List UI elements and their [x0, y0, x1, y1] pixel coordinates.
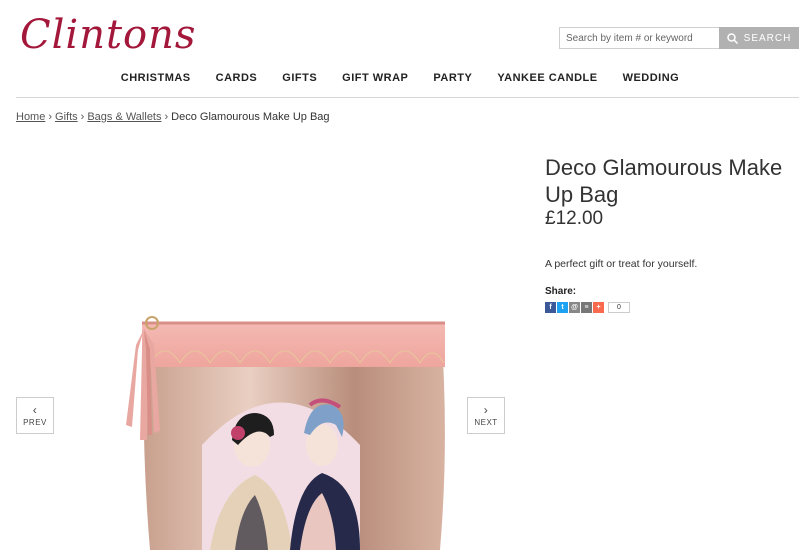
main-nav: CHRISTMAS CARDS GIFTS GIFT WRAP PARTY YA…: [0, 72, 800, 84]
product-title: Deco Glamourous Make Up Bag: [545, 155, 783, 207]
facebook-share-icon[interactable]: f: [545, 302, 556, 313]
product-image: [126, 316, 445, 550]
share-count: 0: [608, 302, 630, 313]
search-form: SEARCH: [559, 27, 799, 49]
header-divider: [16, 97, 799, 98]
carousel-next-label: NEXT: [474, 418, 498, 427]
nav-item-gift-wrap[interactable]: GIFT WRAP: [330, 72, 421, 84]
chevron-right-icon: ›: [483, 403, 489, 417]
carousel-prev-button[interactable]: ‹ PREV: [16, 397, 54, 434]
product-price: £12.00: [545, 208, 604, 229]
print-share-icon[interactable]: ≡: [581, 302, 592, 313]
chevron-left-icon: ‹: [32, 403, 38, 417]
product-description: A perfect gift or treat for yourself.: [545, 258, 698, 270]
search-input[interactable]: [559, 27, 719, 49]
nav-item-christmas[interactable]: CHRISTMAS: [108, 72, 203, 84]
breadcrumb-bags-wallets[interactable]: Bags & Wallets: [87, 111, 161, 123]
search-button-label: SEARCH: [743, 32, 792, 44]
breadcrumb-separator: ›: [80, 111, 85, 123]
search-button[interactable]: SEARCH: [719, 27, 799, 49]
breadcrumb-gifts[interactable]: Gifts: [55, 111, 78, 123]
carousel-prev-label: PREV: [23, 418, 47, 427]
twitter-share-icon[interactable]: t: [557, 302, 568, 313]
breadcrumb-current: Deco Glamourous Make Up Bag: [171, 111, 330, 123]
nav-item-party[interactable]: PARTY: [421, 72, 485, 84]
nav-item-cards[interactable]: CARDS: [203, 72, 270, 84]
breadcrumb-separator: ›: [164, 111, 169, 123]
breadcrumb-separator: ›: [48, 111, 53, 123]
share-buttons: f t @ ≡ + 0: [545, 302, 630, 313]
carousel-next-button[interactable]: › NEXT: [467, 397, 505, 434]
addthis-share-icon[interactable]: +: [593, 302, 604, 313]
search-icon: [726, 32, 738, 44]
breadcrumb-home[interactable]: Home: [16, 111, 45, 123]
site-logo[interactable]: Clintons: [20, 12, 196, 58]
share-label: Share:: [545, 286, 577, 297]
nav-item-yankee-candle[interactable]: YANKEE CANDLE: [485, 72, 610, 84]
email-share-icon[interactable]: @: [569, 302, 580, 313]
nav-item-wedding[interactable]: WEDDING: [610, 72, 692, 84]
nav-item-gifts[interactable]: GIFTS: [270, 72, 330, 84]
breadcrumb: Home › Gifts › Bags & Wallets › Deco Glamourou…: [16, 111, 330, 123]
